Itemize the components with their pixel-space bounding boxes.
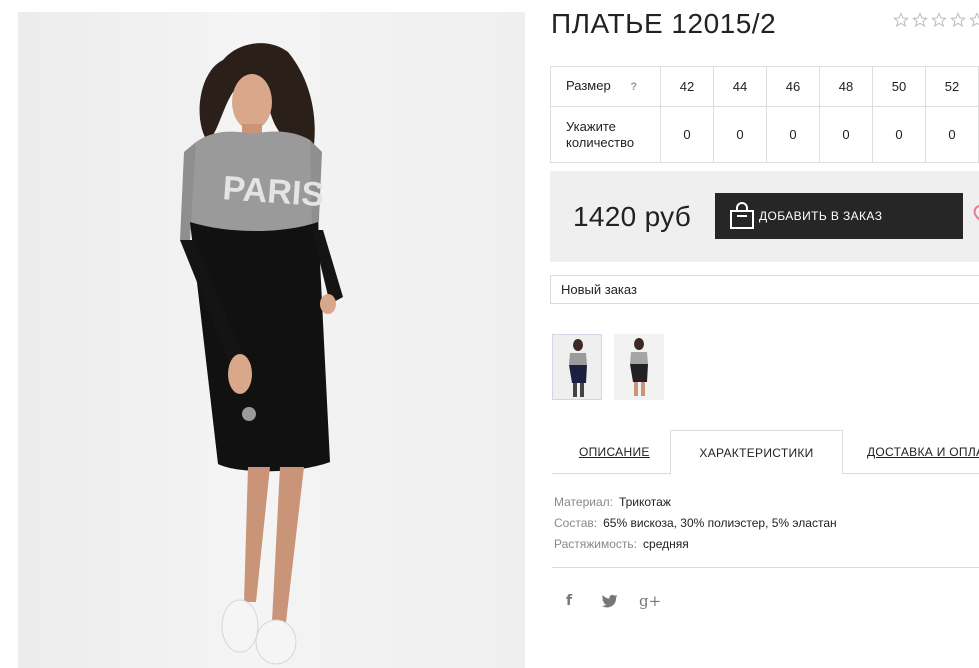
size-cell: 50 [872, 66, 926, 107]
twitter-icon[interactable] [601, 592, 619, 610]
size-cell: 46 [766, 66, 820, 107]
star-icon[interactable] [950, 12, 966, 28]
tab-description[interactable]: ОПИСАНИЕ [579, 430, 650, 474]
quantity-input[interactable]: 0 [872, 106, 926, 163]
shopping-bag-icon [730, 202, 754, 229]
add-to-order-button[interactable]: ДОБАВИТЬ В ЗАКАЗ [715, 193, 963, 239]
tab-label: ДОСТАВКА И ОПЛАТА [867, 445, 979, 459]
price-box: 1420 руб ДОБАВИТЬ В ЗАКАЗ [550, 171, 979, 262]
tab-characteristics[interactable]: ХАРАКТЕРИСТИКИ [670, 430, 843, 475]
size-cell: 48 [819, 66, 873, 107]
quantity-input[interactable]: 0 [925, 106, 979, 163]
heart-icon[interactable] [971, 200, 979, 226]
star-icon[interactable] [931, 12, 947, 28]
quantity-row: Укажите количество 0 0 0 0 0 0 [550, 106, 979, 163]
product-title: ПЛАТЬЕ 12015/2 [551, 8, 777, 39]
facebook-icon[interactable]: f [566, 592, 572, 610]
tab-delivery[interactable]: ДОСТАВКА И ОПЛАТА [867, 430, 979, 474]
main-product-photo[interactable]: PARIS [18, 12, 525, 668]
tab-label: ОПИСАНИЕ [579, 445, 650, 459]
spec-row: Растяжимость: средняя [554, 534, 837, 555]
size-cell: 44 [713, 66, 767, 107]
spec-row: Материал: Трикотаж [554, 492, 837, 513]
quantity-label: Укажите количество [550, 106, 661, 163]
spec-value: Трикотаж [618, 495, 671, 509]
divider [552, 567, 979, 568]
spec-label: Растяжимость: [554, 537, 638, 551]
dress-model-image: PARIS [180, 43, 343, 665]
quantity-input[interactable]: 0 [660, 106, 714, 163]
size-quantity-table: Размер ? 42 44 46 48 50 52 Укажите колич… [550, 66, 979, 163]
spec-row: Состав: 65% вискоза, 30% полиэстер, 5% эл… [554, 513, 837, 534]
thumbnail-image [630, 338, 648, 396]
rating-stars[interactable] [893, 12, 979, 28]
size-label-cell: Размер ? [550, 66, 661, 107]
quantity-input[interactable]: 0 [713, 106, 767, 163]
characteristics-list: Материал: Трикотаж Состав: 65% вискоза, 30… [554, 492, 837, 555]
thumbnail-1[interactable] [552, 334, 602, 400]
size-cell: 52 [925, 66, 979, 107]
star-icon[interactable] [969, 12, 979, 28]
thumbnail-2[interactable] [614, 334, 664, 400]
spec-value: средняя [643, 537, 689, 551]
tab-label: ХАРАКТЕРИСТИКИ [699, 446, 814, 460]
star-icon[interactable] [893, 12, 909, 28]
spec-value: 65% вискоза, 30% полиэстер, 5% эластан [603, 516, 837, 530]
help-icon[interactable]: ? [630, 79, 637, 95]
size-row: Размер ? 42 44 46 48 50 52 [550, 66, 979, 107]
size-cell: 42 [660, 66, 714, 107]
thumbnail-image [569, 339, 587, 397]
spec-label: Состав: [554, 516, 598, 530]
spec-label: Материал: [554, 495, 613, 509]
google-plus-icon[interactable]: g+ [639, 592, 661, 610]
add-to-order-label: ДОБАВИТЬ В ЗАКАЗ [759, 209, 883, 223]
dress-print-text: PARIS [221, 169, 325, 214]
product-price: 1420 руб [573, 201, 692, 232]
star-icon[interactable] [912, 12, 928, 28]
quantity-input[interactable]: 0 [819, 106, 873, 163]
product-tabs: ОПИСАНИЕ ХАРАКТЕРИСТИКИ ДОСТАВКА И ОПЛАТ… [552, 430, 979, 475]
quantity-input[interactable]: 0 [766, 106, 820, 163]
order-select[interactable]: Новый заказ [550, 275, 979, 304]
size-label: Размер [566, 78, 611, 93]
